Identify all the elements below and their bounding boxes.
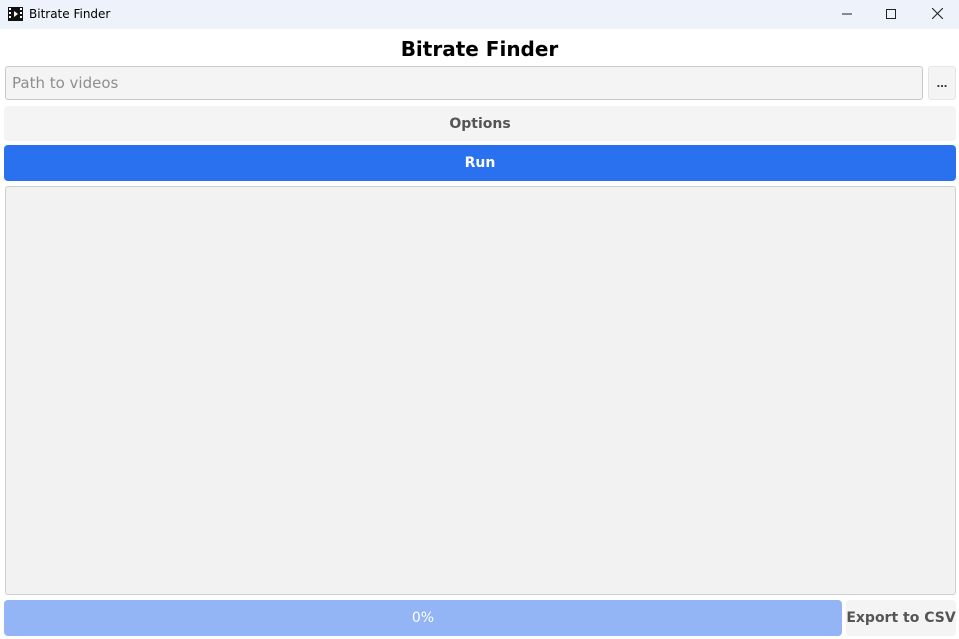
maximize-button[interactable] bbox=[868, 0, 914, 29]
page-title: Bitrate Finder bbox=[400, 37, 559, 61]
window-title: Bitrate Finder bbox=[29, 7, 111, 21]
options-button[interactable]: Options bbox=[4, 106, 956, 141]
run-button[interactable]: Run bbox=[4, 145, 956, 181]
close-icon bbox=[931, 6, 943, 24]
progress-bar: 0% bbox=[4, 600, 842, 636]
output-text-area[interactable] bbox=[5, 186, 956, 595]
progress-label: 0% bbox=[411, 610, 435, 626]
film-clapper-icon bbox=[8, 7, 23, 21]
app-window: Bitrate Finder Bitrate Finder ... Option… bbox=[0, 0, 959, 639]
minimize-icon bbox=[842, 6, 852, 24]
path-input[interactable] bbox=[5, 66, 923, 100]
maximize-icon bbox=[886, 6, 896, 24]
browse-button[interactable]: ... bbox=[928, 66, 956, 100]
title-bar[interactable]: Bitrate Finder bbox=[0, 0, 959, 29]
close-button[interactable] bbox=[914, 0, 959, 29]
export-csv-button[interactable]: Export to CSV bbox=[846, 600, 956, 636]
minimize-button[interactable] bbox=[824, 0, 870, 29]
